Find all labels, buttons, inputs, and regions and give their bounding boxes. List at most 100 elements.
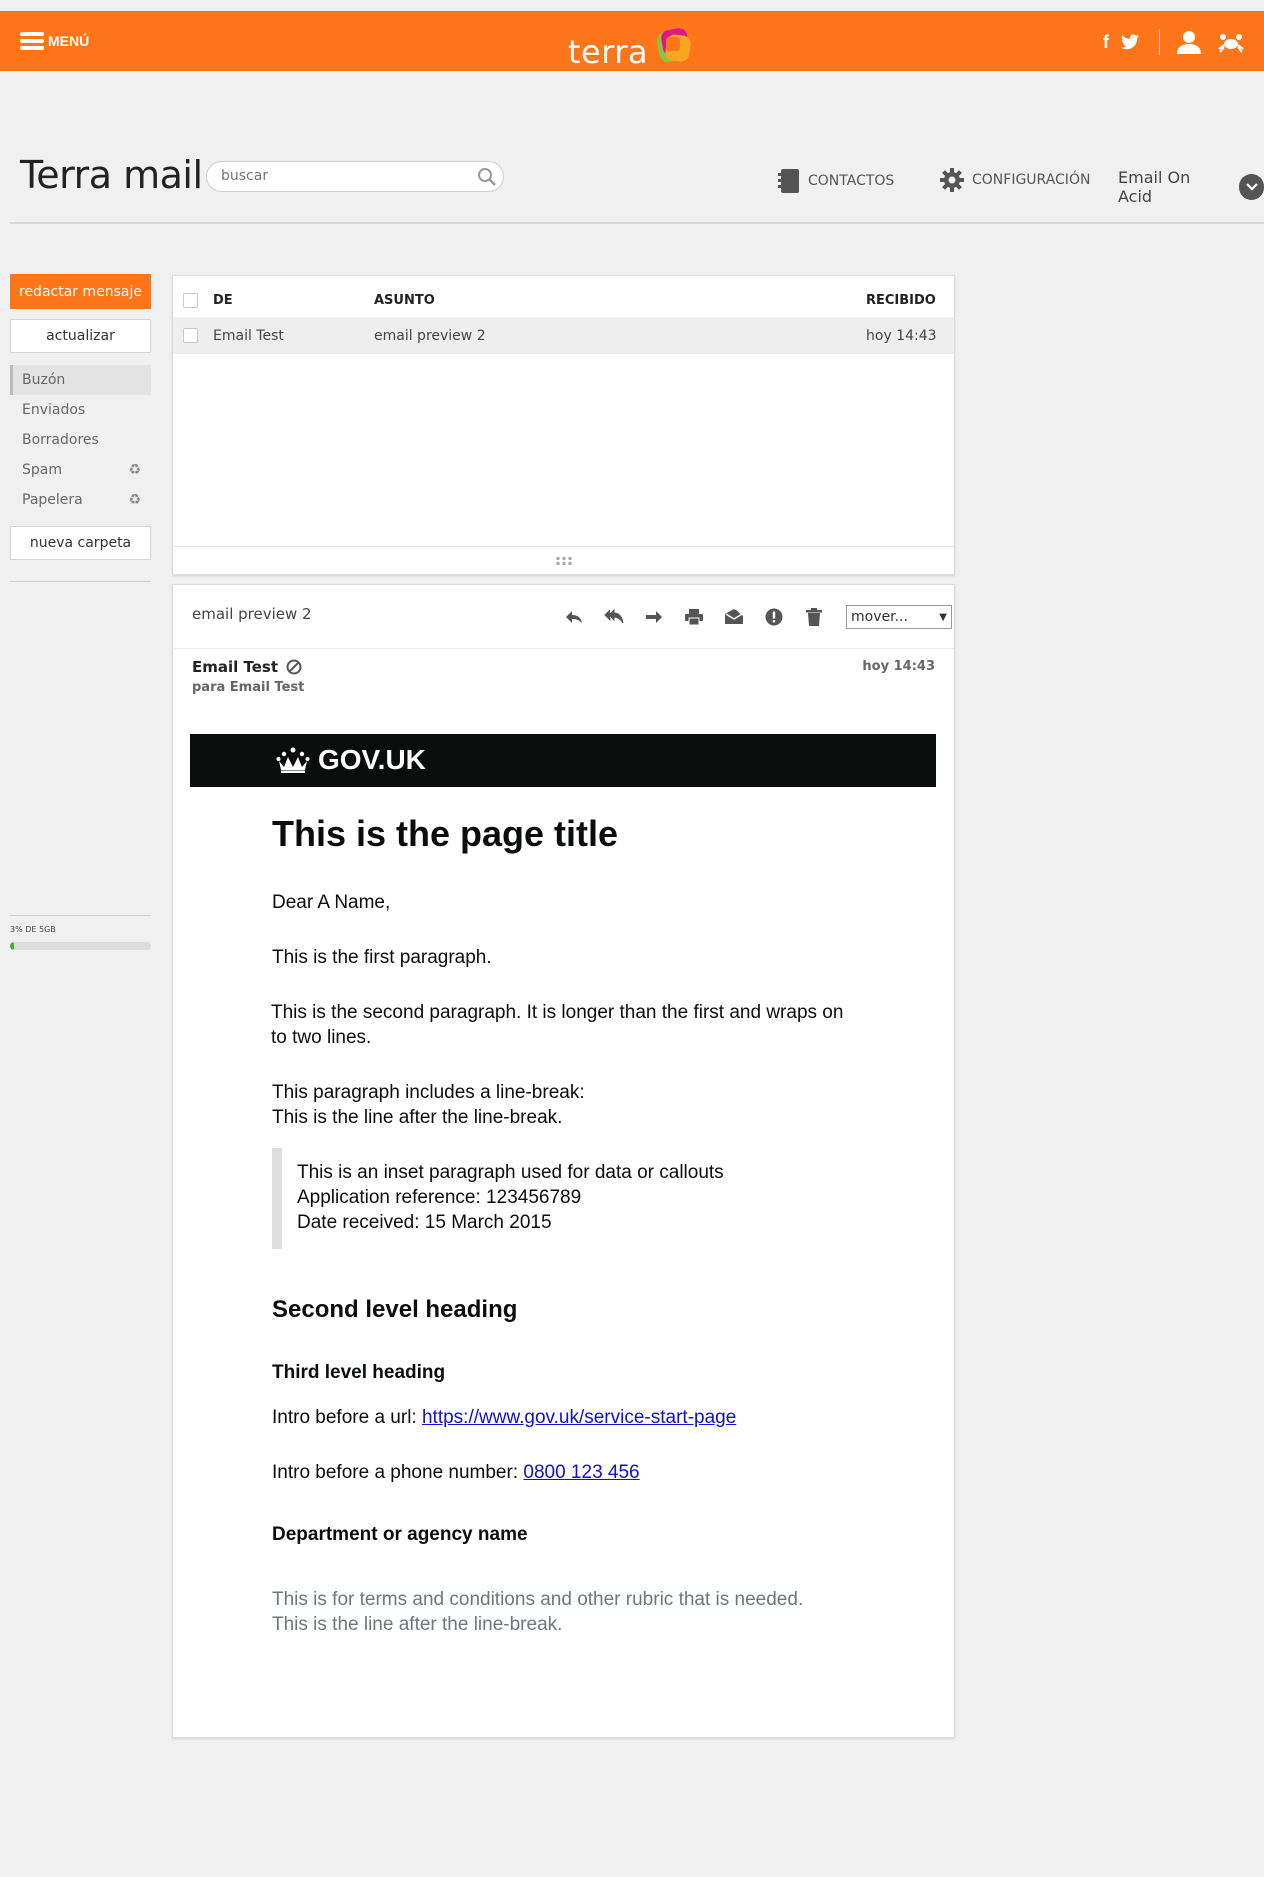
message-received: hoy 14:43 bbox=[866, 327, 937, 344]
terms-line-2: This is the line after the line-break. bbox=[272, 1614, 563, 1635]
phone-link[interactable]: 0800 123 456 bbox=[523, 1462, 639, 1483]
search-input[interactable] bbox=[221, 168, 461, 184]
move-to-select[interactable]: mover... ▼ bbox=[846, 605, 952, 629]
folder-label: Borradores bbox=[22, 432, 99, 448]
sidebar-divider bbox=[10, 915, 151, 916]
contacts-label: CONTACTOS bbox=[808, 173, 895, 189]
email-title: This is the page title bbox=[272, 813, 619, 854]
folder-label: Enviados bbox=[22, 402, 86, 418]
email-paragraph: This is the first paragraph. bbox=[272, 947, 492, 968]
folder-label: Spam bbox=[22, 462, 62, 478]
email-paragraph-linebreak: This paragraph includes a line-break: Th… bbox=[272, 1080, 852, 1130]
recycle-icon[interactable]: ♻ bbox=[128, 492, 141, 508]
folder-trash[interactable]: Papelera ♻ bbox=[10, 485, 151, 515]
paragraph-line-1: This paragraph includes a line-break: bbox=[272, 1082, 585, 1103]
select-arrow-icon: ▼ bbox=[939, 611, 947, 623]
forward-icon[interactable] bbox=[634, 605, 674, 629]
recipient-line: para Email Test bbox=[192, 680, 305, 695]
email-body: GOV.UK This is the page title Dear A Nam… bbox=[190, 734, 936, 1635]
column-received[interactable]: RECIBIDO bbox=[866, 293, 936, 308]
terms-line-1: This is for terms and conditions and oth… bbox=[272, 1589, 804, 1610]
search-icon[interactable] bbox=[477, 167, 497, 187]
app-title: Terra mail bbox=[20, 153, 203, 197]
govuk-logo[interactable]: GOV.UK bbox=[276, 744, 426, 776]
resize-handle[interactable] bbox=[173, 546, 954, 574]
contacts-link[interactable]: CONTACTOS bbox=[778, 168, 894, 194]
url-intro: Intro before a url: bbox=[272, 1407, 422, 1428]
user-name: Email On Acid bbox=[1118, 168, 1191, 206]
sidebar-divider bbox=[10, 581, 151, 582]
topbar-divider bbox=[1159, 29, 1160, 55]
folder-label: Buzón bbox=[22, 372, 66, 388]
folder-spam[interactable]: Spam ♻ bbox=[10, 455, 151, 485]
phone-intro: Intro before a phone number: bbox=[272, 1462, 524, 1483]
mark-unread-icon[interactable] bbox=[714, 605, 754, 629]
department-name: Department or agency name bbox=[272, 1524, 528, 1545]
govuk-header: GOV.UK bbox=[190, 734, 936, 787]
inset-line: This is an inset paragraph used for data… bbox=[297, 1162, 724, 1183]
topbar-right: f bbox=[1091, 29, 1244, 55]
column-from[interactable]: DE bbox=[213, 293, 233, 308]
reading-subject: email preview 2 bbox=[192, 605, 312, 623]
logo-text: terra bbox=[568, 33, 649, 71]
reading-date: hoy 14:43 bbox=[862, 659, 935, 674]
menu-button[interactable]: MENÚ bbox=[20, 32, 89, 50]
user-menu[interactable]: Email On Acid bbox=[1118, 168, 1264, 206]
third-level-heading: Third level heading bbox=[272, 1362, 446, 1383]
message-subject: email preview 2 bbox=[374, 327, 486, 344]
column-subject[interactable]: ASUNTO bbox=[374, 293, 435, 308]
settings-label: CONFIGURACIÓN bbox=[972, 172, 1091, 188]
twitter-icon[interactable] bbox=[1121, 34, 1139, 50]
reading-pane: email preview 2 mover... ▼ Email Test pa… bbox=[172, 584, 955, 1738]
hamburger-icon bbox=[20, 32, 44, 50]
terra-logo-mark-icon bbox=[657, 28, 691, 62]
inset-line: Application reference: 123456789 bbox=[297, 1187, 582, 1208]
reading-divider bbox=[173, 648, 954, 649]
folder-sent[interactable]: Enviados bbox=[10, 395, 151, 425]
refresh-button[interactable]: actualizar bbox=[10, 319, 151, 353]
trash-icon[interactable] bbox=[794, 605, 834, 629]
contacts-book-icon bbox=[778, 169, 799, 193]
block-sender-icon[interactable] bbox=[286, 659, 302, 675]
chevron-down-icon[interactable] bbox=[1239, 174, 1264, 200]
recycle-icon[interactable]: ♻ bbox=[128, 462, 141, 478]
facebook-icon[interactable]: f bbox=[1103, 32, 1109, 53]
compose-button[interactable]: redactar mensaje bbox=[10, 274, 151, 309]
select-all-checkbox[interactable] bbox=[183, 293, 198, 308]
storage-quota-fill bbox=[10, 942, 14, 950]
reply-all-icon[interactable] bbox=[594, 605, 634, 629]
folder-inbox[interactable]: Buzón bbox=[10, 365, 151, 395]
reply-icon[interactable] bbox=[554, 605, 594, 629]
message-checkbox[interactable] bbox=[183, 328, 198, 343]
print-icon[interactable] bbox=[674, 605, 714, 629]
message-row[interactable]: Email Test email preview 2 hoy 14:43 bbox=[173, 317, 954, 354]
terms-paragraph: This is for terms and conditions and oth… bbox=[272, 1587, 852, 1637]
new-folder-button[interactable]: nueva carpeta bbox=[10, 526, 151, 560]
email-greeting: Dear A Name, bbox=[272, 892, 391, 913]
top-bar: MENÚ terra f bbox=[0, 11, 1264, 71]
service-start-link[interactable]: https://www.gov.uk/service-start-page bbox=[422, 1407, 736, 1428]
header-divider bbox=[10, 222, 1264, 224]
report-icon[interactable] bbox=[754, 605, 794, 629]
phone-paragraph: Intro before a phone number: 0800 123 45… bbox=[272, 1460, 852, 1485]
crown-icon bbox=[276, 747, 310, 773]
settings-link[interactable]: CONFIGURACIÓN bbox=[940, 168, 1090, 192]
user-icon[interactable] bbox=[1176, 29, 1202, 55]
folder-drafts[interactable]: Borradores bbox=[10, 425, 151, 455]
grip-dots-icon bbox=[555, 556, 572, 565]
storage-quota-text: 3% DE 5GB bbox=[10, 925, 56, 934]
terra-logo[interactable]: terra bbox=[568, 28, 696, 73]
message-toolbar: mover... ▼ bbox=[554, 605, 952, 629]
url-paragraph: Intro before a url: https://www.gov.uk/s… bbox=[272, 1405, 852, 1430]
folder-label: Papelera bbox=[22, 492, 83, 508]
message-list: DE ASUNTO RECIBIDO Email Test email prev… bbox=[172, 275, 955, 575]
govuk-brand-text: GOV.UK bbox=[318, 744, 426, 775]
sender-name[interactable]: Email Test bbox=[192, 658, 278, 676]
search-box bbox=[206, 161, 504, 192]
email-paragraph: This is the second paragraph. It is long… bbox=[271, 1002, 844, 1048]
crab-icon[interactable] bbox=[1218, 29, 1244, 55]
inset-line: Date received: 15 March 2015 bbox=[297, 1212, 552, 1233]
menu-label: MENÚ bbox=[48, 33, 90, 49]
second-level-heading: Second level heading bbox=[272, 1296, 518, 1323]
storage-quota-bar bbox=[10, 942, 151, 950]
